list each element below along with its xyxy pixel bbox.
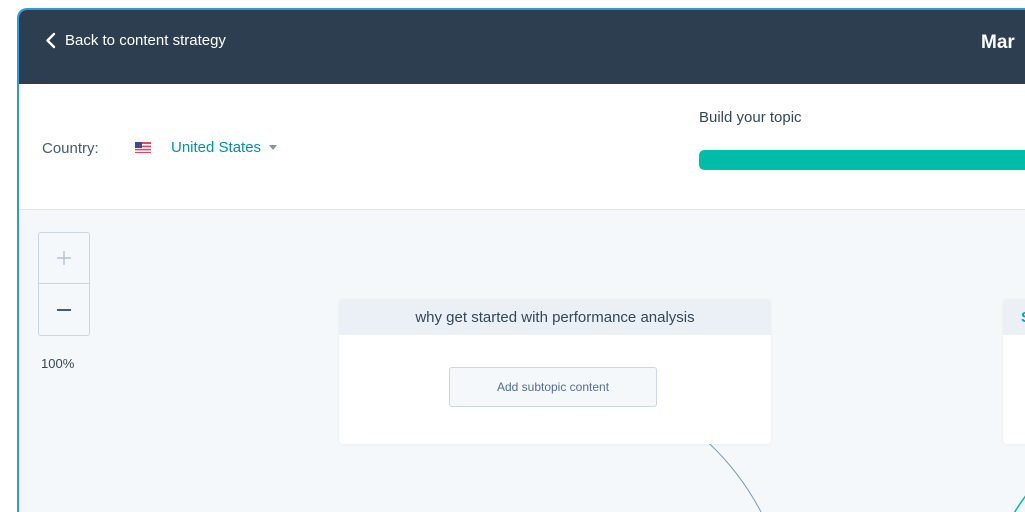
topic-controls: Country: United States Build your topic bbox=[19, 84, 1025, 210]
chevron-left-icon bbox=[46, 32, 56, 49]
us-flag-icon bbox=[135, 142, 151, 153]
add-subtopic-content-button[interactable]: Add subtopic content bbox=[449, 367, 657, 407]
zoom-out-button[interactable] bbox=[39, 284, 89, 335]
connector-line-left bbox=[709, 443, 762, 512]
zoom-in-button[interactable] bbox=[39, 233, 89, 284]
subtopic-title: why get started with performance analysi… bbox=[339, 299, 771, 335]
zoom-level: 100% bbox=[41, 356, 75, 371]
minus-icon bbox=[57, 308, 71, 311]
partial-subtopic-card: S bbox=[1003, 299, 1025, 444]
topic-cluster-canvas[interactable]: 100% why get started with performance an… bbox=[19, 210, 1025, 512]
country-label: Country: bbox=[42, 140, 99, 157]
build-topic-progress bbox=[699, 150, 1025, 170]
partial-subtopic-title: S bbox=[1003, 299, 1025, 335]
progress-fill bbox=[699, 150, 1025, 170]
caret-down-icon bbox=[269, 145, 278, 150]
plus-icon bbox=[57, 251, 71, 265]
app-window: Back to content strategy Mar Country: Un… bbox=[17, 8, 1025, 512]
country-value: United States bbox=[171, 139, 262, 156]
page-title: Mar bbox=[981, 32, 1015, 53]
top-bar: Back to content strategy Mar bbox=[19, 10, 1025, 84]
back-to-content-strategy-link[interactable]: Back to content strategy bbox=[45, 32, 226, 49]
zoom-controls bbox=[38, 232, 90, 336]
back-link-label: Back to content strategy bbox=[65, 32, 226, 49]
connector-line-right bbox=[1013, 495, 1025, 512]
country-dropdown[interactable]: United States bbox=[171, 139, 278, 156]
subtopic-card: why get started with performance analysi… bbox=[339, 299, 771, 444]
build-topic-label: Build your topic bbox=[699, 109, 802, 126]
